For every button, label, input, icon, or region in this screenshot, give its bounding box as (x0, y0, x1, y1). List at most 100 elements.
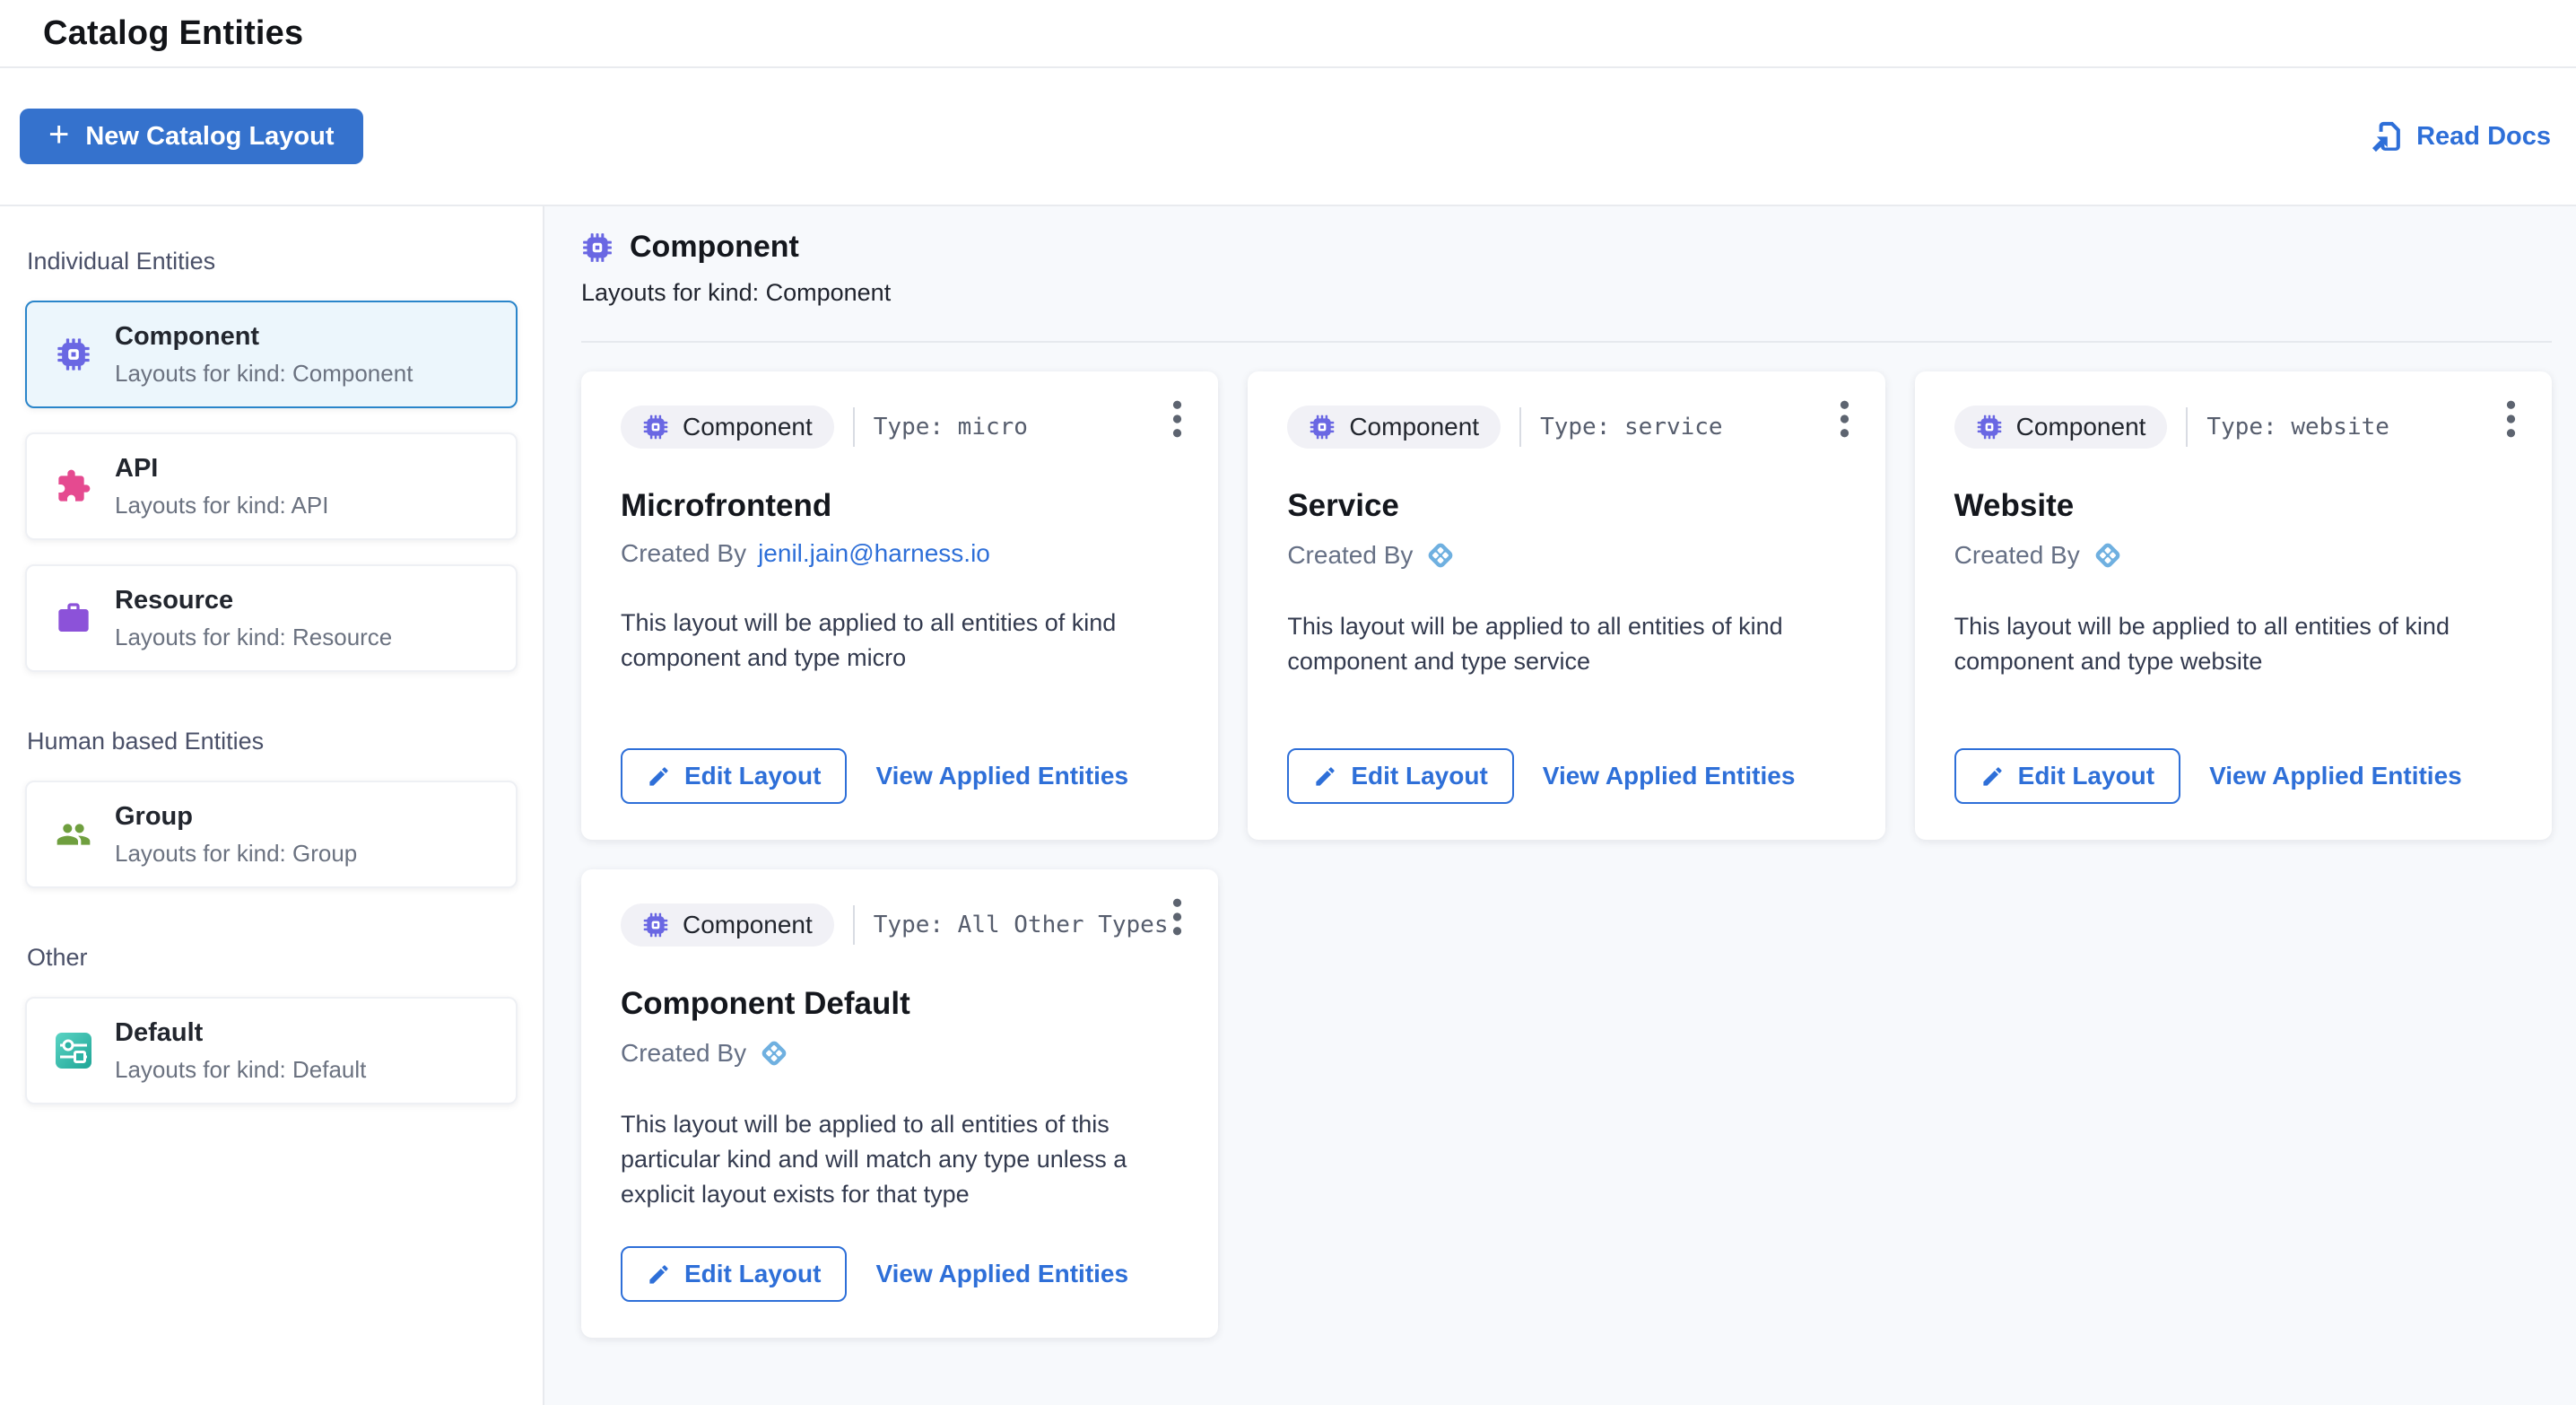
new-catalog-layout-button[interactable]: + New Catalog Layout (20, 109, 363, 164)
sidebar-item-resource[interactable]: Resource Layouts for kind: Resource (25, 564, 518, 672)
created-by-label: Created By (621, 539, 746, 568)
harness-account-icon (1424, 539, 1457, 572)
puzzle-icon (56, 468, 91, 504)
vertical-divider (2186, 407, 2188, 447)
content-area: Individual Entities Component Layouts fo… (0, 206, 2576, 1405)
briefcase-icon (56, 600, 91, 636)
plus-icon: + (48, 117, 69, 153)
kebab-menu-icon[interactable] (2497, 393, 2525, 445)
view-applied-entities-link[interactable]: View Applied Entities (875, 762, 1128, 790)
main-subheading: Layouts for kind: Component (581, 279, 2552, 307)
badge-label: Component (2016, 413, 2146, 441)
pencil-icon (647, 1262, 671, 1287)
edit-layout-button[interactable]: Edit Layout (1287, 748, 1513, 804)
edit-layout-button[interactable]: Edit Layout (621, 1246, 847, 1302)
harness-account-icon (2092, 539, 2124, 572)
layout-card-website: Component Type: website Website Created … (1915, 371, 2552, 840)
toolbar: + New Catalog Layout Read Docs (0, 68, 2576, 206)
type-text: Type: website (2206, 414, 2389, 441)
sidebar-item-title: Default (115, 1018, 366, 1048)
vertical-divider (853, 905, 855, 945)
sidebar-item-subtitle: Layouts for kind: Resource (115, 624, 392, 651)
layout-card-service: Component Type: service Service Created … (1248, 371, 1884, 840)
read-docs-link[interactable]: Read Docs (2370, 119, 2551, 153)
view-applied-entities-link[interactable]: View Applied Entities (1543, 762, 1796, 790)
card-description: This layout will be applied to all entit… (1287, 609, 1845, 679)
sidebar-item-subtitle: Layouts for kind: Group (115, 840, 357, 868)
sidebar-item-component[interactable]: Component Layouts for kind: Component (25, 301, 518, 408)
sidebar-section-label-individual-entities: Individual Entities (27, 248, 518, 275)
card-description: This layout will be applied to all entit… (1954, 609, 2512, 679)
badge-label: Component (1349, 413, 1479, 441)
main-heading: Component (630, 230, 799, 265)
layout-cards-grid: Component Type: micro Microfrontend Crea… (581, 371, 2552, 1338)
main-panel: Component Layouts for kind: Component Co… (544, 206, 2576, 1405)
card-title: Component Default (621, 986, 1179, 1022)
sidebar-item-subtitle: Layouts for kind: API (115, 492, 328, 519)
edit-layout-label: Edit Layout (1351, 762, 1487, 790)
kebab-menu-icon[interactable] (1163, 393, 1191, 445)
sidebar-item-title: Resource (115, 586, 392, 615)
created-by-link[interactable]: jenil.jain@harness.io (758, 539, 990, 568)
badge-label: Component (683, 413, 813, 441)
document-arrow-icon (2370, 119, 2404, 153)
sidebar-item-group[interactable]: Group Layouts for kind: Group (25, 781, 518, 888)
view-applied-entities-link[interactable]: View Applied Entities (875, 1260, 1128, 1288)
type-text: Type: service (1540, 414, 1723, 441)
sidebar-item-subtitle: Layouts for kind: Component (115, 360, 413, 388)
group-icon (56, 816, 91, 852)
edit-layout-label: Edit Layout (684, 1260, 821, 1288)
view-applied-entities-link[interactable]: View Applied Entities (2209, 762, 2462, 790)
pencil-icon (1313, 764, 1337, 789)
sidebar-item-title: Group (115, 802, 357, 832)
new-catalog-layout-label: New Catalog Layout (85, 122, 334, 152)
edit-layout-label: Edit Layout (2018, 762, 2154, 790)
pencil-icon (647, 764, 671, 789)
card-title: Microfrontend (621, 488, 1179, 524)
harness-account-icon (758, 1037, 790, 1069)
edit-layout-label: Edit Layout (684, 762, 821, 790)
component-chip-icon (56, 336, 91, 372)
sidebar: Individual Entities Component Layouts fo… (0, 206, 544, 1405)
component-chip-icon (1976, 414, 2003, 441)
card-title: Website (1954, 488, 2512, 524)
type-text: Type: All Other Types (874, 912, 1169, 938)
card-title: Service (1287, 488, 1845, 524)
component-kind-badge: Component (1954, 406, 2168, 449)
component-chip-icon (642, 414, 669, 441)
title-bar: Catalog Entities (0, 0, 2576, 68)
created-by-label: Created By (1954, 541, 2080, 570)
card-description: This layout will be applied to all entit… (621, 1107, 1179, 1212)
divider (581, 341, 2552, 343)
pencil-icon (1980, 764, 2005, 789)
catalog-entities-page: Catalog Entities + New Catalog Layout Re… (0, 0, 2576, 1405)
sidebar-item-default[interactable]: Default Layouts for kind: Default (25, 997, 518, 1104)
component-chip-icon (1309, 414, 1336, 441)
vertical-divider (1519, 407, 1521, 447)
page-title: Catalog Entities (43, 14, 303, 53)
component-kind-badge: Component (621, 903, 834, 947)
sidebar-item-api[interactable]: API Layouts for kind: API (25, 432, 518, 540)
type-text: Type: micro (874, 414, 1028, 441)
sidebar-item-title: API (115, 454, 328, 484)
sidebar-section-label-human-based-entities: Human based Entities (27, 728, 518, 755)
sidebar-item-subtitle: Layouts for kind: Default (115, 1056, 366, 1084)
sidebar-section-label-other: Other (27, 944, 518, 972)
created-by-label: Created By (621, 1039, 746, 1068)
layout-card-component-default: Component Type: All Other Types Componen… (581, 869, 1218, 1338)
edit-layout-button[interactable]: Edit Layout (1954, 748, 2180, 804)
edit-layout-button[interactable]: Edit Layout (621, 748, 847, 804)
component-kind-badge: Component (1287, 406, 1501, 449)
vertical-divider (853, 407, 855, 447)
badge-label: Component (683, 911, 813, 939)
default-layout-icon (56, 1033, 91, 1069)
card-description: This layout will be applied to all entit… (621, 606, 1179, 676)
sidebar-item-title: Component (115, 322, 413, 352)
component-chip-icon (642, 912, 669, 938)
read-docs-label: Read Docs (2416, 122, 2551, 152)
kebab-menu-icon[interactable] (1163, 891, 1191, 943)
kebab-menu-icon[interactable] (1831, 393, 1858, 445)
layout-card-microfrontend: Component Type: micro Microfrontend Crea… (581, 371, 1218, 840)
component-kind-badge: Component (621, 406, 834, 449)
component-chip-icon (581, 231, 614, 264)
